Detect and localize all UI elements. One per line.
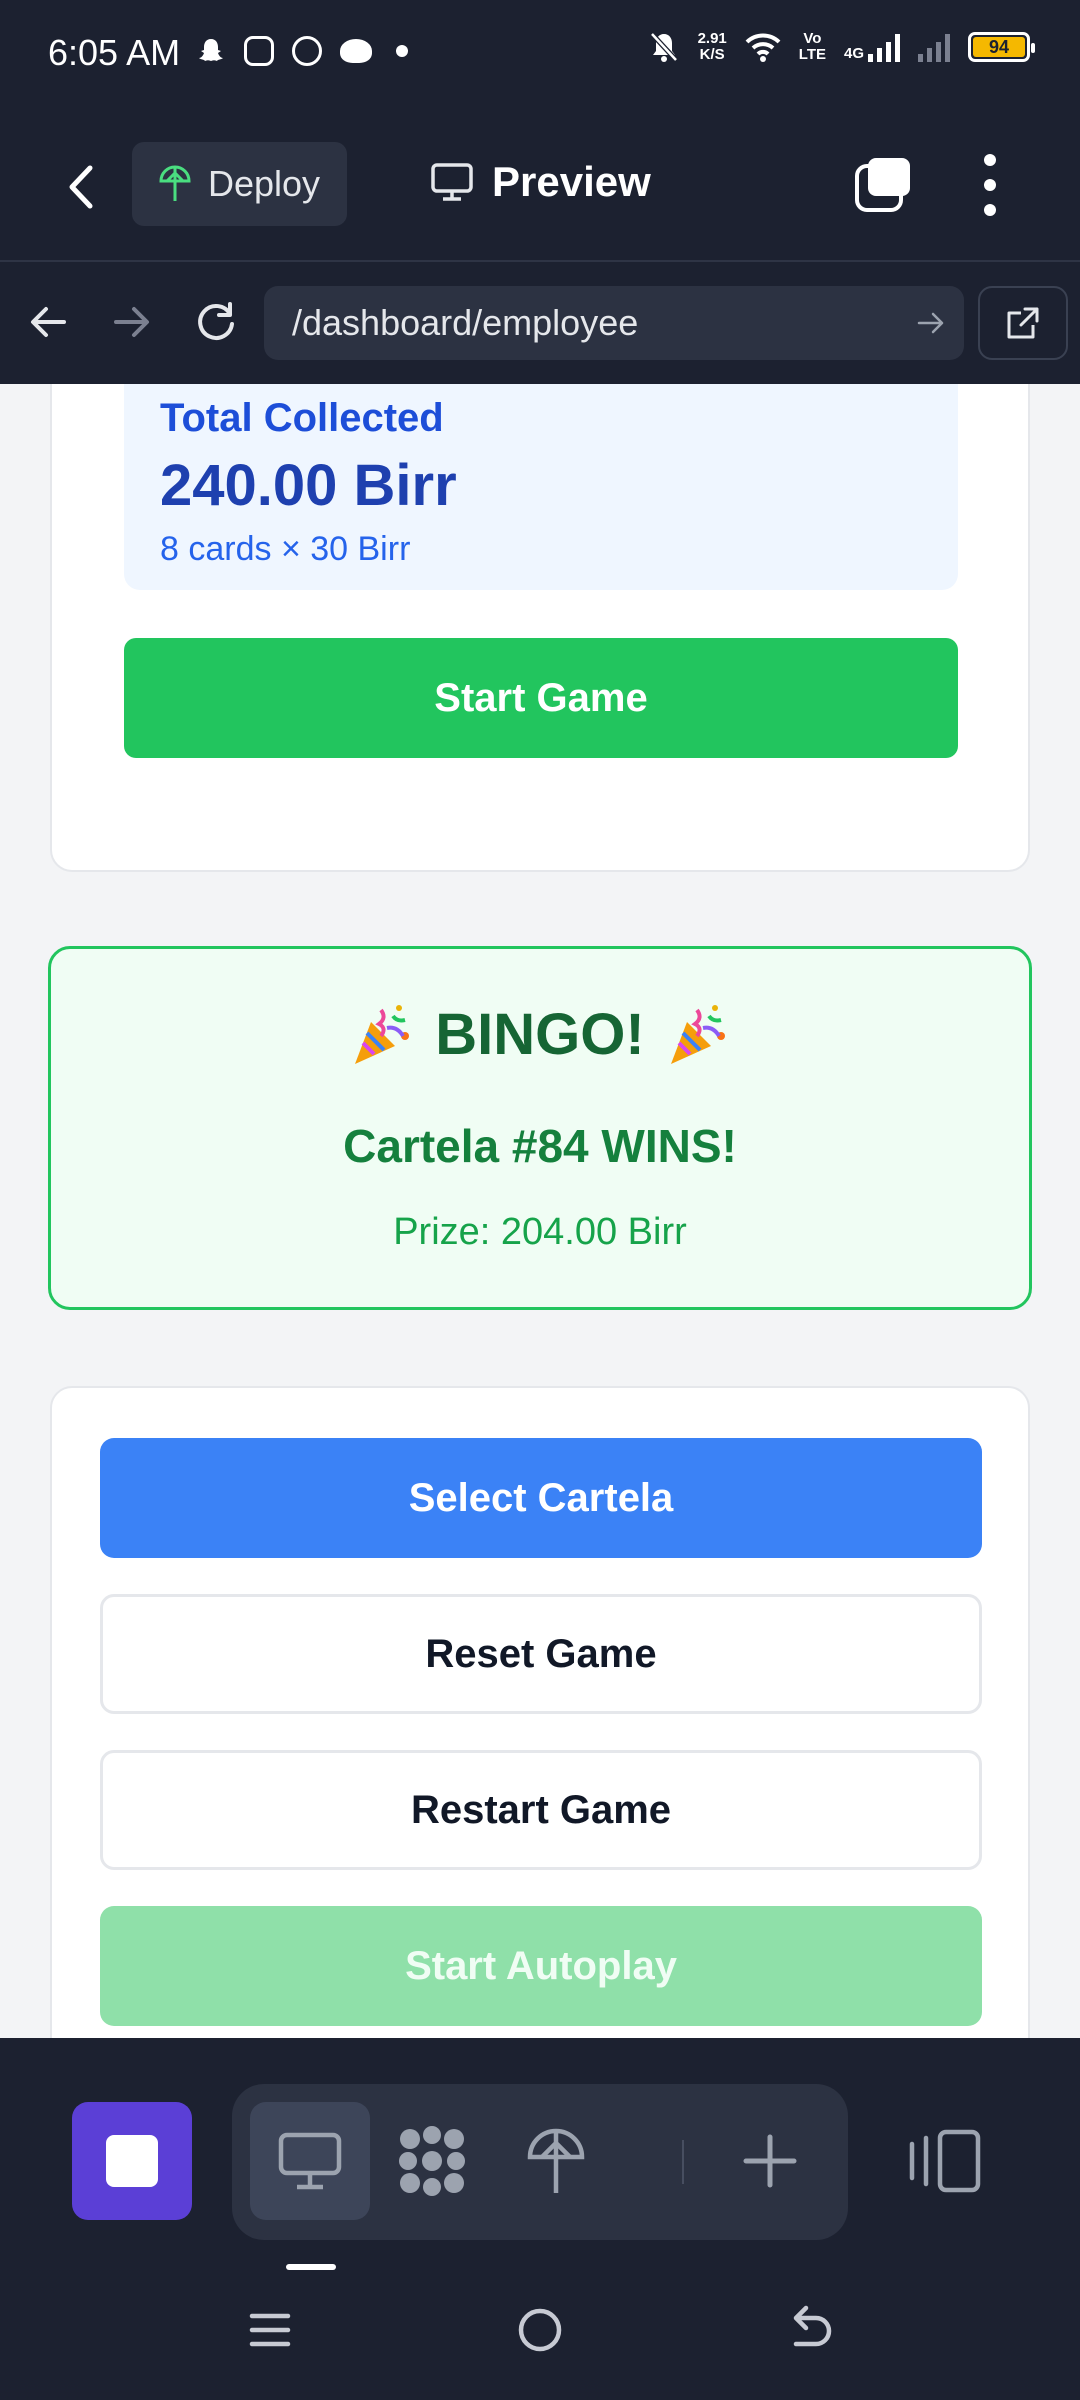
bingo-title: BINGO! [435,1002,645,1067]
mute-icon [649,32,678,62]
winner-banner: BINGO! Cartela #84 WINS! Prize: 204.00 B… [48,946,1032,1310]
url-text: /dashboard/employee [292,302,639,343]
wifi-icon [745,33,781,62]
stop-button[interactable] [72,2102,192,2220]
party-popper-icon [355,1004,410,1064]
notification-icons [196,36,408,66]
stop-icon [106,2135,158,2187]
tabs-icon[interactable] [854,156,912,214]
signal-sim2 [918,32,950,62]
app-header: Deploy Preview [0,110,1080,262]
chatgpt-icon [292,36,322,66]
snapchat-icon [199,39,223,61]
volte-indicator: Vo LTE [798,30,826,63]
external-link-icon [1007,307,1039,339]
status-bar: 6:05 AM 2.91 K/S Vo LTE 4G 94 [0,0,1080,110]
browser-url-bar: /dashboard/employee [0,262,1080,384]
more-notifications-dot [396,45,408,57]
url-input[interactable]: /dashboard/employee [264,286,964,360]
status-time: 6:05 AM [48,32,181,73]
party-popper-icon [670,1004,725,1064]
app-notification-icon [340,39,372,63]
winner-prize: Prize: 204.00 Birr [393,1211,687,1253]
instagram-icon [244,36,274,66]
preview-tab[interactable]: Preview [430,158,651,206]
back-chevron-icon[interactable] [62,162,102,212]
restart-game-button[interactable]: Restart Game [100,1750,982,1870]
web-content[interactable]: Total Collected 240.00 Birr 8 cards × 30… [0,384,1080,2038]
system-nav-bar [0,2270,1080,2400]
deploy-tool-button[interactable] [496,2102,616,2220]
total-collected-label: Total Collected [160,396,444,440]
winner-subtitle: Cartela #84 WINS! [343,1120,737,1172]
add-tool-button[interactable] [710,2102,830,2220]
system-back-icon[interactable] [780,2300,840,2360]
monitor-icon [278,2132,342,2190]
network-speed: 2.91 K/S [697,30,727,63]
start-autoplay-button[interactable]: Start Autoplay [100,1906,982,2026]
tool-group [232,2084,848,2240]
go-arrow-icon[interactable] [916,308,946,338]
agents-icon [399,2126,465,2196]
plus-icon [743,2134,797,2188]
home-icon[interactable] [510,2300,570,2360]
browser-forward-icon[interactable] [108,298,156,346]
more-menu-button[interactable] [972,154,1008,216]
total-collected-detail: 8 cards × 30 Birr [160,530,411,568]
preview-tool-button[interactable] [250,2102,370,2220]
battery-icon: 94 [968,32,1035,62]
browser-back-icon[interactable] [24,298,72,346]
deploy-label: Deploy [208,163,321,204]
game-actions-card: Select Cartela Reset Game Restart Game S… [50,1386,1030,2038]
deploy-button[interactable]: Deploy [132,142,347,226]
open-external-button[interactable] [978,286,1068,360]
toolbar-divider [682,2140,684,2184]
total-collected-box: Total Collected 240.00 Birr 8 cards × 30… [124,384,958,590]
total-collected-value: 240.00 Birr [160,453,457,518]
battery-level: 94 [973,37,1025,57]
recent-apps-icon[interactable] [240,2300,300,2360]
monitor-icon [431,163,473,201]
panel-toggle-icon[interactable] [904,2126,984,2196]
agents-tool-button[interactable] [372,2102,492,2220]
game-setup-card: Total Collected 240.00 Birr 8 cards × 30… [50,384,1030,872]
deploy-icon [159,165,191,201]
reset-game-button[interactable]: Reset Game [100,1594,982,1714]
reload-icon[interactable] [192,298,240,346]
deploy-icon [527,2128,585,2193]
preview-label: Preview [492,158,651,205]
signal-sim1: 4G [844,32,900,62]
bingo-title-row: BINGO! [51,1001,1029,1068]
select-cartela-button[interactable]: Select Cartela [100,1438,982,1558]
start-game-button[interactable]: Start Game [124,638,958,758]
